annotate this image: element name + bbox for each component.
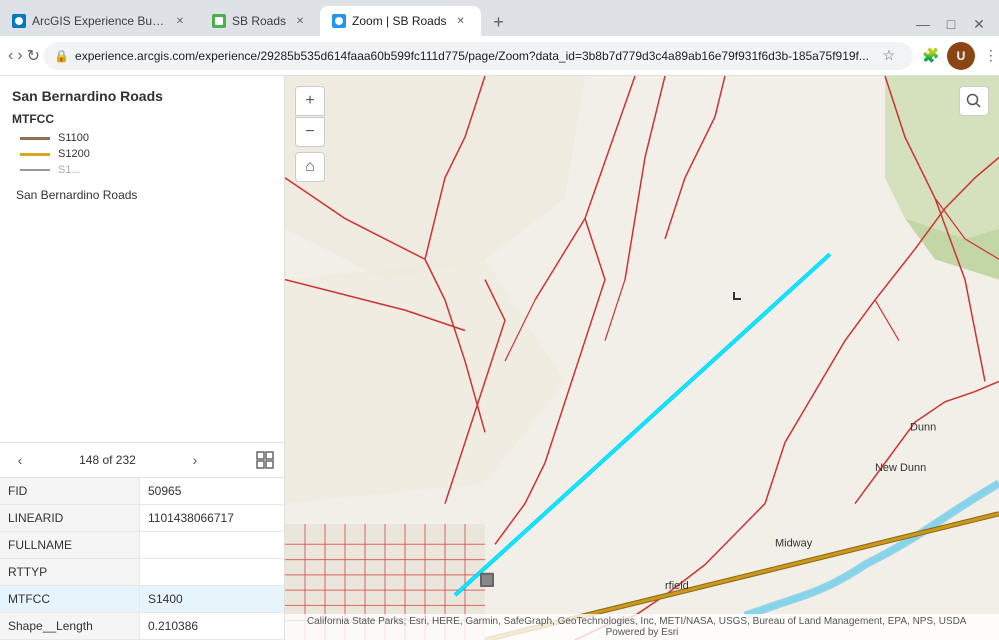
bookmark-button[interactable]: ☆ [875, 42, 903, 70]
back-button[interactable]: ‹ [8, 40, 13, 72]
tab-favicon-sb [212, 14, 226, 28]
legend-line-s1100 [20, 137, 50, 140]
tab-sb-roads[interactable]: SB Roads ✕ [200, 6, 320, 36]
forward-button[interactable]: › [17, 40, 22, 72]
previous-page-button[interactable]: ‹ [8, 448, 32, 472]
attr-key-fid: FID [0, 478, 140, 504]
address-text: experience.arcgis.com/experience/29285b5… [75, 49, 869, 63]
attr-val-rttyp [140, 559, 284, 585]
legend-group-title: MTFCC [12, 112, 272, 126]
svg-text:New Dunn: New Dunn [875, 462, 926, 474]
map-area[interactable]: Dunn New Dunn Midway rfield Marix + − ⌂ [285, 76, 999, 640]
tab-close-zoom[interactable]: ✕ [453, 13, 469, 29]
user-avatar: U [947, 42, 975, 70]
legend-area: San Bernardino Roads MTFCC S1100 S1200 S… [0, 76, 284, 442]
legend-line-s1100-partial [20, 169, 50, 171]
nav-right-actions: 🧩 U ⋮ [917, 42, 999, 70]
legend-line-s1200 [20, 153, 50, 156]
svg-text:Dunn: Dunn [910, 421, 936, 433]
attr-key-fullname: FULLNAME [0, 532, 140, 558]
maximize-button[interactable]: □ [939, 12, 963, 36]
tab-close-sb[interactable]: ✕ [292, 13, 308, 29]
search-icon [966, 93, 982, 109]
new-tab-button[interactable]: + [485, 8, 513, 36]
tab-bar-actions: — □ ✕ [903, 12, 999, 36]
attr-val-mtfcc: S1400 [140, 586, 284, 612]
attr-val-fullname [140, 532, 284, 558]
tab-label-sb: SB Roads [232, 14, 286, 28]
legend-group-mtfcc: MTFCC S1100 S1200 S1... [12, 112, 272, 176]
svg-text:rfield: rfield [665, 580, 689, 592]
address-bar-actions: ☆ [875, 42, 903, 70]
minimize-button[interactable]: — [911, 12, 935, 36]
legend-sublayer: San Bernardino Roads [12, 184, 272, 202]
attributes-table: FID 50965 LINEARID 1101438066717 FULLNAM… [0, 478, 284, 640]
left-panel: San Bernardino Roads MTFCC S1100 S1200 S… [0, 76, 285, 640]
table-row: Shape__Length 0.210386 [0, 613, 284, 640]
table-row: FID 50965 [0, 478, 284, 505]
lock-icon: 🔒 [54, 49, 69, 63]
map-search-button[interactable] [959, 86, 989, 116]
attr-val-fid: 50965 [140, 478, 284, 504]
app-content: San Bernardino Roads MTFCC S1100 S1200 S… [0, 76, 999, 640]
legend-label-s1100-2: S1... [58, 164, 81, 176]
tab-favicon-arcgis [12, 14, 26, 28]
legend-label-s1100: S1100 [58, 132, 89, 144]
tab-label-arcgis: ArcGIS Experience Builder [32, 14, 166, 28]
tab-zoom[interactable]: Zoom | SB Roads ✕ [320, 6, 481, 36]
view-toggle [254, 449, 276, 471]
close-window-button[interactable]: ✕ [967, 12, 991, 36]
attr-key-rttyp: RTTYP [0, 559, 140, 585]
address-bar[interactable]: 🔒 experience.arcgis.com/experience/29285… [44, 42, 913, 70]
powered-by-text: Powered by Esri [606, 627, 679, 638]
tab-arcgis[interactable]: ArcGIS Experience Builder ✕ [0, 6, 200, 36]
legend-item-s1200: S1200 [12, 148, 272, 160]
browser-frame: ArcGIS Experience Builder ✕ SB Roads ✕ Z… [0, 0, 999, 640]
zoom-out-button[interactable]: − [295, 117, 325, 147]
table-row: LINEARID 1101438066717 [0, 505, 284, 532]
tab-favicon-zoom [332, 14, 346, 28]
attribution-text: California State Parks; Esri, HERE, Garm… [307, 616, 966, 627]
pagination-info: 148 of 232 [79, 453, 136, 467]
legend-label-s1200: S1200 [58, 148, 90, 160]
grid-view-button[interactable] [254, 449, 276, 471]
svg-text:Midway: Midway [775, 537, 813, 549]
table-row-highlighted: MTFCC S1400 [0, 586, 284, 613]
attr-val-shape-length: 0.210386 [140, 613, 284, 639]
reload-button[interactable]: ↻ [27, 40, 40, 72]
menu-button[interactable]: ⋮ [977, 42, 999, 70]
map-controls: + − ⌂ [295, 86, 325, 182]
tab-label-zoom: Zoom | SB Roads [352, 14, 447, 28]
legend-item-s1100-partial: S1... [12, 164, 272, 176]
profile-button[interactable]: U [947, 42, 975, 70]
attr-key-shape-length: Shape__Length [0, 613, 140, 639]
attr-key-linearid: LINEARID [0, 505, 140, 531]
tab-bar: ArcGIS Experience Builder ✕ SB Roads ✕ Z… [0, 0, 999, 36]
table-row: FULLNAME [0, 532, 284, 559]
extensions-button[interactable]: 🧩 [917, 42, 945, 70]
pagination-area: ‹ 148 of 232 › [0, 442, 284, 478]
navigation-bar: ‹ › ↻ 🔒 experience.arcgis.com/experience… [0, 36, 999, 76]
legend-title: San Bernardino Roads [12, 88, 272, 104]
attr-val-linearid: 1101438066717 [140, 505, 284, 531]
next-page-button[interactable]: › [183, 448, 207, 472]
attr-key-mtfcc: MTFCC [0, 586, 140, 612]
map-attribution: California State Parks; Esri, HERE, Garm… [285, 614, 999, 640]
home-extent-button[interactable]: ⌂ [295, 152, 325, 182]
legend-item-s1100: S1100 [12, 132, 272, 144]
zoom-in-button[interactable]: + [295, 86, 325, 116]
table-row: RTTYP [0, 559, 284, 586]
map-canvas: Dunn New Dunn Midway rfield Marix [285, 76, 999, 640]
tab-close-arcgis[interactable]: ✕ [172, 13, 188, 29]
cursor-indicator [733, 292, 741, 300]
